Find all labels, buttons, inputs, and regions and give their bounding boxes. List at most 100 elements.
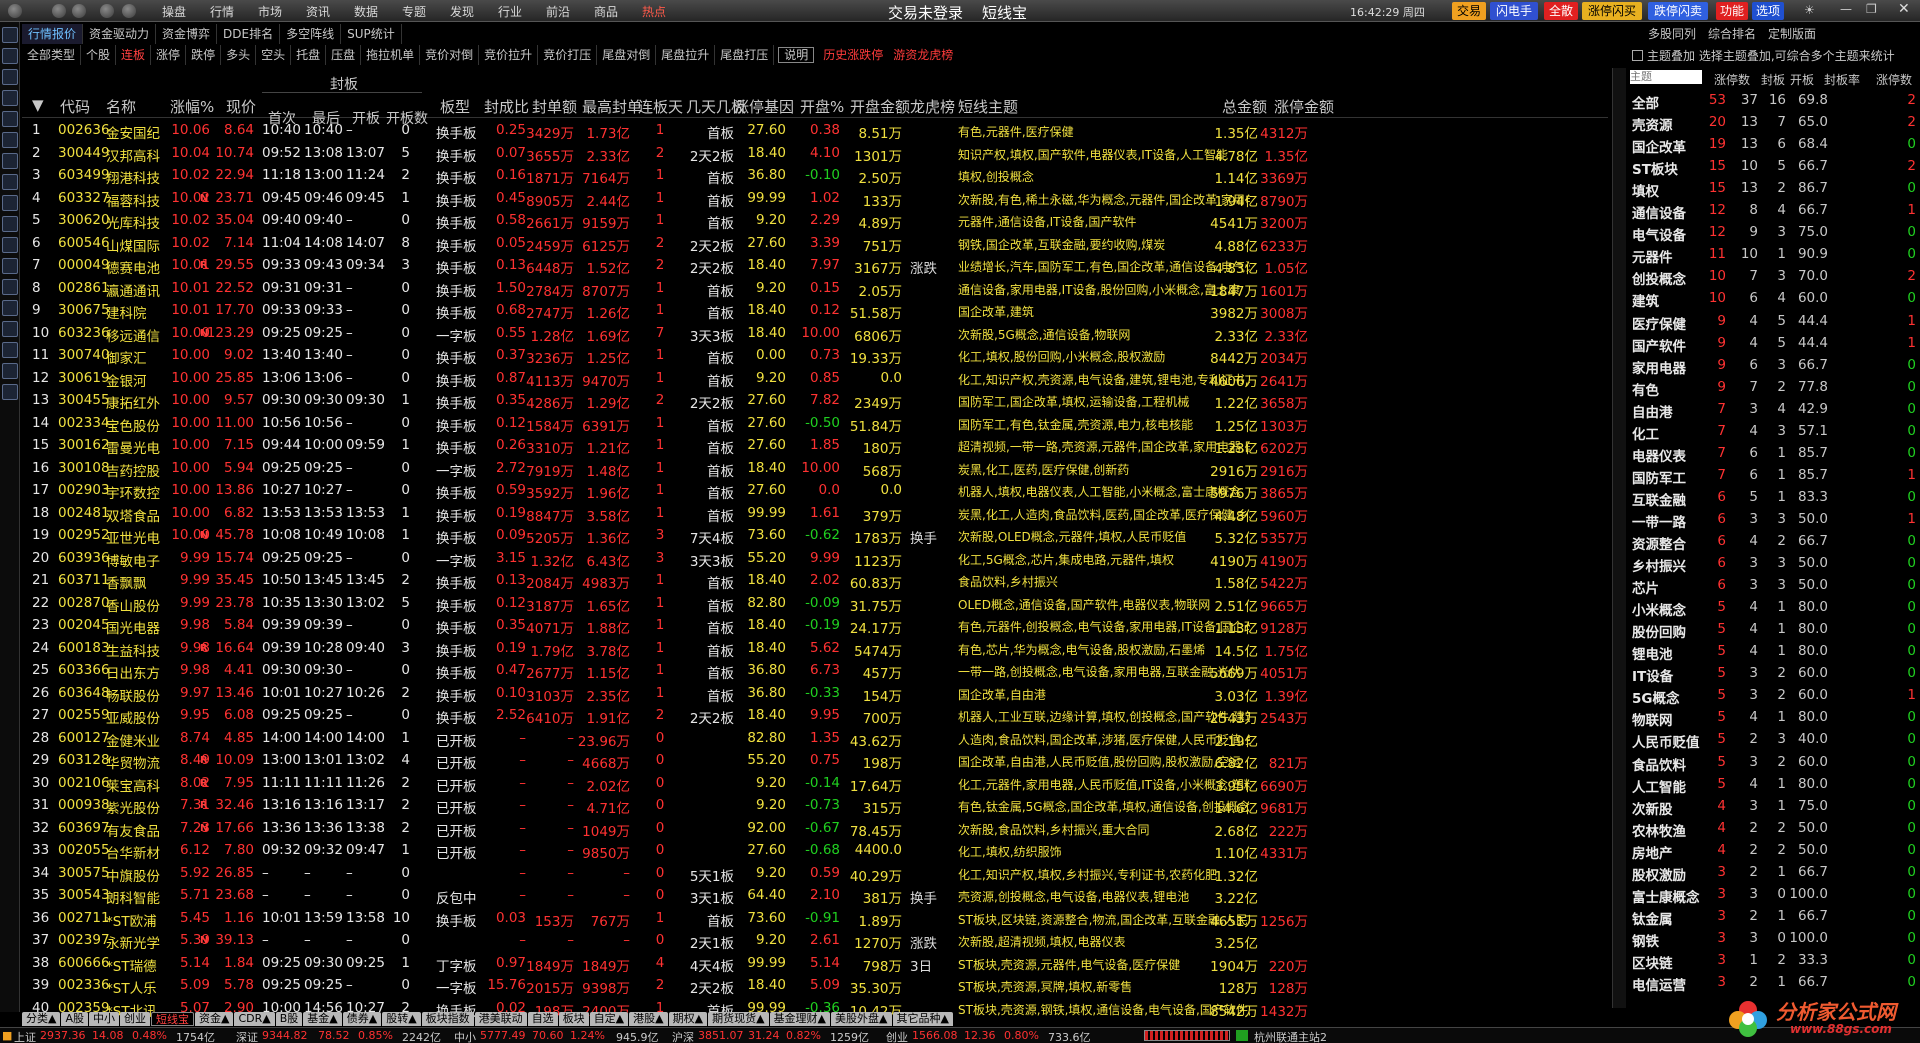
table-row[interactable]: 10 603236 移远通信 N 10.00 123.29 09:25 09:25–0 一字板 0… [22,323,1608,345]
market-tab[interactable]: 自选 [527,1012,558,1026]
column-header[interactable]: 名称 [106,96,136,117]
filter-tab[interactable]: 压盘 [326,45,362,65]
top-action-button[interactable]: 选项 [1752,2,1784,20]
checkbox-icon[interactable] [1632,50,1643,61]
column-header[interactable]: 涨幅% [170,96,214,117]
market-tab[interactable]: 债券▲ [342,1012,382,1026]
refresh-icon[interactable] [2,48,18,64]
theme-stats-row[interactable]: 电信运营 3 2 1 66.7 0 [1630,972,1920,994]
theme-stats-row[interactable]: 电气设备 12 9 3 75.0 0 [1630,222,1920,244]
table-row[interactable]: 34 300575 中旗股份 5.92 26.85– – –0– – –0 5天1板 9.20 0.5… [22,863,1608,885]
theme-stats-row[interactable]: 人工智能 5 4 1 80.0 0 [1630,774,1920,796]
tool-icon[interactable] [2,237,18,253]
table-row[interactable]: 11 300740 御家汇 10.00 9.02 13:40 13:40–0 换手板 0.37 3… [22,345,1608,367]
refresh-icon[interactable] [100,4,114,18]
view-tab[interactable]: DDE排名 [217,24,281,44]
table-row[interactable]: 18 002481 双塔食品 10.00 6.82 13:53 13:53 13:53 1 换手板… [22,503,1608,525]
theme-stats-row[interactable]: 元器件 11 10 1 90.9 0 [1630,244,1920,266]
back-icon[interactable] [52,4,66,18]
top-menu-item[interactable]: 专题 [390,3,438,20]
table-row[interactable]: 17 002903 宇环数控 10.00 13.86 10:27 10:27–0 换手板 0.5… [22,480,1608,502]
market-tab[interactable]: 资金▲ [195,1012,234,1026]
top-menu-item[interactable]: 热点 [630,3,678,20]
filter-tab[interactable]: 尾盘拉升 [656,45,716,65]
market-tab[interactable]: 中小 [89,1012,119,1026]
top-menu-item[interactable]: 商品 [582,3,630,20]
theme-stats-column[interactable]: 涨停数 [1714,71,1750,88]
table-scrollbar[interactable] [1612,68,1626,1008]
cy-label[interactable]: 创业 [886,1029,908,1043]
table-row[interactable]: 16 300108 吉药控股 10.00 5.94 09:25 09:25–0 一字板 2.72… [22,458,1608,480]
theme-stats-column[interactable]: 封板 [1761,71,1785,88]
restore-icon[interactable]: ❐ [1866,2,1877,16]
filter-tab[interactable]: 连板 [116,45,152,65]
table-row[interactable]: 4 603327 福蓉科技 N 10.02 23.71 09:45 09:46 09:45 1 换手… [22,188,1608,210]
export-icon[interactable] [2,342,18,358]
view-tab[interactable]: 资金博弈 [156,24,218,44]
theme-stats-row[interactable]: 互联金融 6 5 1 83.3 0 [1630,487,1920,509]
table-row[interactable]: 35 300543 朗科智能 5.71 23.68– – –0 反包中 – – –0 3天1板 64.4… [22,885,1608,907]
market-tab[interactable]: 板块指数 [421,1012,474,1026]
theme-stats-row[interactable]: 芯片 6 3 3 50.0 0 [1630,575,1920,597]
report-icon[interactable] [2,195,18,211]
column-header[interactable]: 连板天 [638,96,683,117]
top-action-button[interactable]: 跌停闪卖 [1648,2,1708,20]
table-row[interactable]: 32 603697 有友食品 N 7.23 17.66 13:36 13:36 13:38 2 已开… [22,818,1608,840]
view-tab[interactable]: SUP统计 [341,24,402,44]
filter-tab[interactable]: 全部类型 [22,45,82,65]
top-action-button[interactable]: 涨停闪买 [1582,2,1642,20]
theme-stats-row[interactable]: 乡村振兴 6 3 3 50.0 0 [1630,553,1920,575]
column-header[interactable]: 开盘金额 [850,96,910,117]
home-icon[interactable] [122,4,136,18]
forward-icon[interactable] [72,4,86,18]
theme-stats-row[interactable]: 农林牧渔 4 2 2 50.0 0 [1630,818,1920,840]
top-action-button[interactable]: 交易 [1452,2,1486,20]
close-icon[interactable]: ✕ [1898,1,1910,17]
market-tab[interactable]: 板块 [558,1012,589,1026]
filter-tab[interactable]: 说明 [778,47,815,63]
view-tab[interactable]: 行情报价 [22,24,84,44]
filter-tab[interactable]: 尾盘对倒 [597,45,657,65]
theme-stats-row[interactable]: 化工 7 4 3 57.1 0 [1630,421,1920,443]
top-action-button[interactable]: 全散 [1544,2,1578,20]
top-menu-item[interactable]: 行业 [486,3,534,20]
theme-stats-row[interactable]: 建筑 10 6 4 60.0 0 [1630,288,1920,310]
column-header[interactable]: 现价 [226,96,256,117]
top-action-button[interactable]: 闪电手 [1490,2,1538,20]
market-tab[interactable]: B股 [275,1012,303,1026]
theme-stats-row[interactable]: 通信设备 12 8 4 66.7 1 [1630,200,1920,222]
theme-stats-column[interactable]: 开板 [1790,71,1814,88]
kline-icon[interactable] [2,132,18,148]
top-menu-item[interactable]: 市场 [246,3,294,20]
formula-icon[interactable] [2,174,18,190]
theme-stats-row[interactable]: 钛金属 3 2 1 66.7 0 [1630,906,1920,928]
table-row[interactable]: 2 300449 汉邦高科 10.04 10.74 09:52 13:08 13:07 5 换手板… [22,143,1608,165]
table-row[interactable]: 13 300455 康拓红外 10.00 9.57 09:30 09:30 09:30 1 换手板… [22,390,1608,412]
sort-menu-icon[interactable]: ▼ [32,96,44,114]
column-header[interactable]: 最高封单 [582,96,642,117]
market-tab[interactable]: 股转▲ [382,1012,421,1026]
filter-tab[interactable]: 多头 [221,45,257,65]
theme-stats-row[interactable]: 股份回购 5 4 1 80.0 0 [1630,619,1920,641]
filter-tab[interactable]: 跌停 [186,45,222,65]
table-row[interactable]: 6 600546 山煤国际 10.02 7.14 11:04 14:08 14:07 8 换手板 0… [22,233,1608,255]
layout-tab[interactable]: 多股同列 [1648,24,1696,44]
table-row[interactable]: 22 002870 香山股份 9.99 23.78 10:35 13:30 13:02 5 换手板… [22,593,1608,615]
column-header[interactable]: 短线主题 [958,96,1018,117]
filter-icon[interactable] [2,216,18,232]
chart-icon[interactable] [2,69,18,85]
column-header[interactable]: 代码 [60,96,90,117]
table-row[interactable]: 26 603648 畅联股份 9.97 13.46 10:01 10:27 10:26 2 换手板… [22,683,1608,705]
theme-stats-row[interactable]: ST板块 15 10 5 66.7 2 [1630,156,1920,178]
theme-stats-row[interactable]: 国产软件 9 4 5 44.4 1 [1630,333,1920,355]
theme-stats-row[interactable]: 壳资源 20 13 7 65.0 2 [1630,112,1920,134]
table-row[interactable]: 29 603128 华贸物流 R 8.49 10.09 13:00 13:01 13:02 4 已开… [22,750,1608,772]
column-header[interactable]: 封成比 [484,96,529,117]
theme-stats-row[interactable]: 富士康概念 3 3 0 100.0 0 [1630,884,1920,906]
table-row[interactable]: 24 600183 生益科技 R 9.98 16.64 09:39 10:28 09:40 3 换手… [22,638,1608,660]
list-icon[interactable] [2,153,18,169]
market-tab[interactable]: 基金▲ [303,1012,342,1026]
theme-stats-row[interactable]: 自由港 7 3 4 42.9 0 [1630,399,1920,421]
up-arrow-icon[interactable] [2,27,18,43]
network-icon[interactable] [2,321,18,337]
